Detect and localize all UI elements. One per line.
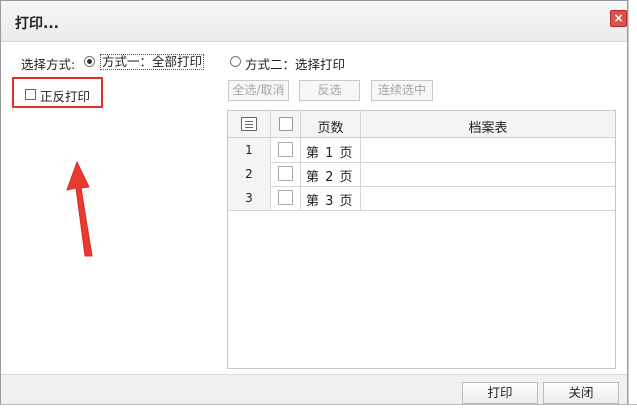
- mode-all-label[interactable]: 方式一：全部打印: [100, 54, 205, 70]
- row-index-cell: 1: [228, 138, 271, 162]
- duplex-checkbox[interactable]: [25, 89, 36, 100]
- table-row[interactable]: 2 第 2 页: [228, 162, 615, 187]
- range-select-button[interactable]: 连续选中: [371, 80, 433, 101]
- row-index: 1: [245, 143, 253, 157]
- duplex-label[interactable]: 正反打印: [40, 86, 90, 105]
- arrow-annotation-icon: [66, 160, 93, 257]
- select-all-button[interactable]: 全选/取消: [228, 80, 289, 101]
- row-page-cell: 第 1 页: [301, 138, 361, 162]
- row-page-cell: 第 2 页: [301, 162, 361, 186]
- row-index: 3: [245, 191, 253, 205]
- row-check-cell: [271, 186, 301, 210]
- row-check-cell: [271, 138, 301, 162]
- print-button[interactable]: 打印: [462, 382, 538, 404]
- row-doc-cell: [361, 162, 615, 186]
- table-header: 页数 档案表: [228, 111, 615, 138]
- background-page-bottom: [0, 404, 637, 416]
- row-checkbox[interactable]: [278, 142, 293, 157]
- row-page-cell: 第 3 页: [301, 186, 361, 210]
- page-table: 页数 档案表 1 第 1 页 2 第 2 页 3 第 3 页: [227, 110, 616, 369]
- list-icon[interactable]: [241, 117, 257, 131]
- header-index-cell: [228, 111, 271, 137]
- close-button[interactable]: 关闭: [543, 382, 619, 404]
- row-checkbox[interactable]: [278, 166, 293, 181]
- header-page-cell: 页数: [301, 111, 361, 137]
- background-page-edge: [628, 0, 637, 415]
- mode-all-radio[interactable]: [84, 56, 95, 67]
- invert-selection-button[interactable]: 反选: [299, 80, 360, 101]
- row-index-cell: 3: [228, 186, 271, 210]
- column-page-label: 页数: [317, 121, 344, 136]
- row-doc-cell: [361, 186, 615, 210]
- dialog-titlebar: 打印... ×: [1, 1, 627, 42]
- print-dialog: 打印... × 选择方式: 方式一：全部打印 方式二：选择打印 正反打印 全选/…: [0, 0, 628, 404]
- dialog-title: 打印...: [15, 16, 59, 32]
- row-check-cell: [271, 162, 301, 186]
- mode-select-label[interactable]: 方式二：选择打印: [245, 54, 345, 73]
- dialog-body: 选择方式: 方式一：全部打印 方式二：选择打印 正反打印 全选/取消 反选 连续…: [1, 42, 627, 374]
- row-page: 第 2 页: [306, 170, 354, 185]
- column-doc-label: 档案表: [468, 121, 508, 136]
- row-page: 第 1 页: [306, 146, 354, 161]
- header-check-cell: [271, 111, 301, 137]
- row-index: 2: [245, 167, 253, 181]
- mode-select-radio[interactable]: [230, 56, 241, 67]
- header-doc-cell: 档案表: [361, 111, 615, 137]
- select-all-checkbox[interactable]: [279, 117, 293, 131]
- row-index-cell: 2: [228, 162, 271, 186]
- row-page: 第 3 页: [306, 194, 354, 209]
- row-checkbox[interactable]: [278, 190, 293, 205]
- dialog-footer: 打印 关闭: [1, 374, 627, 404]
- print-mode-label: 选择方式:: [21, 57, 76, 72]
- duplex-highlight-box: 正反打印: [12, 77, 103, 108]
- table-row[interactable]: 1 第 1 页: [228, 138, 615, 163]
- table-row[interactable]: 3 第 3 页: [228, 186, 615, 211]
- row-doc-cell: [361, 138, 615, 162]
- close-icon[interactable]: ×: [610, 10, 627, 27]
